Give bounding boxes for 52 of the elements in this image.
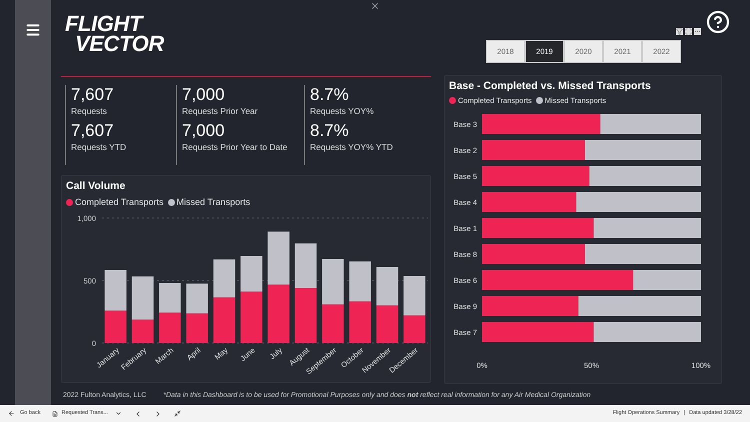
logo: FLIGHT VECTOR <box>64 10 164 58</box>
missed-transports-bar <box>404 276 426 315</box>
kpi-label: Requests YOY% <box>310 105 375 117</box>
focus-icon[interactable] <box>685 28 692 35</box>
kpi-label: Requests Prior Year <box>182 105 259 117</box>
menu-icon[interactable] <box>24 22 41 38</box>
completed-transports-bar <box>104 310 126 342</box>
page-icon <box>52 410 58 416</box>
missed-transports-bar <box>268 231 290 284</box>
completed-transports-bar <box>240 291 262 342</box>
completed-transports-bar <box>268 284 290 342</box>
missed-transports-bar <box>186 283 208 313</box>
completed-transports-bar <box>322 304 344 342</box>
completed-transports-bar <box>349 300 371 342</box>
kpi-label: Requests Prior Year to Date <box>182 141 288 153</box>
back-arrow-icon <box>8 410 15 417</box>
missed-transports-bar <box>132 276 154 320</box>
close-icon[interactable] <box>370 1 380 11</box>
missed-transports-bar <box>376 266 398 305</box>
missed-transports-bar <box>349 260 371 301</box>
chart-title: Call Volume <box>66 179 126 193</box>
missed-transports-bar <box>322 258 344 304</box>
legend-label: Completed Transports <box>75 196 164 209</box>
kpi-value: 7,000 <box>182 85 226 105</box>
kpi-value: 8.7% <box>310 121 350 141</box>
kpi-value: 7,607 <box>71 121 115 141</box>
kpi-label: Requests YTD <box>71 141 128 153</box>
chart-title: Base - Completed vs. Missed Transports <box>449 79 652 93</box>
missed-transports-bar <box>633 270 701 290</box>
kpi-value: 7,607 <box>71 85 115 105</box>
missed-transports-bar <box>240 256 262 292</box>
legend-label: Missed Transports <box>176 196 250 209</box>
kpi-label: Requests <box>71 105 108 117</box>
missed-transports-bar <box>213 258 236 297</box>
completed-transports-bar <box>404 314 426 342</box>
completed-transports-bar <box>159 312 181 342</box>
kpi-value: 8.7% <box>310 85 350 105</box>
help-icon[interactable] <box>706 10 730 34</box>
caret-icon <box>114 410 122 417</box>
kpi-value: 7,000 <box>182 121 226 141</box>
collapse-icon[interactable] <box>174 410 181 417</box>
more-icon[interactable] <box>694 28 701 35</box>
completed-transports-bar <box>376 304 398 342</box>
completed-transports-bar <box>132 319 154 342</box>
missed-transports-bar <box>159 282 181 312</box>
completed-transports-bar <box>213 296 236 342</box>
completed-transports-bar <box>294 288 317 342</box>
filter-icon[interactable] <box>676 28 683 35</box>
kpi-label: Requests YOY% YTD <box>310 141 394 153</box>
missed-transports-bar <box>104 270 126 310</box>
completed-transports-bar <box>186 312 208 342</box>
missed-transports-bar <box>294 242 317 288</box>
